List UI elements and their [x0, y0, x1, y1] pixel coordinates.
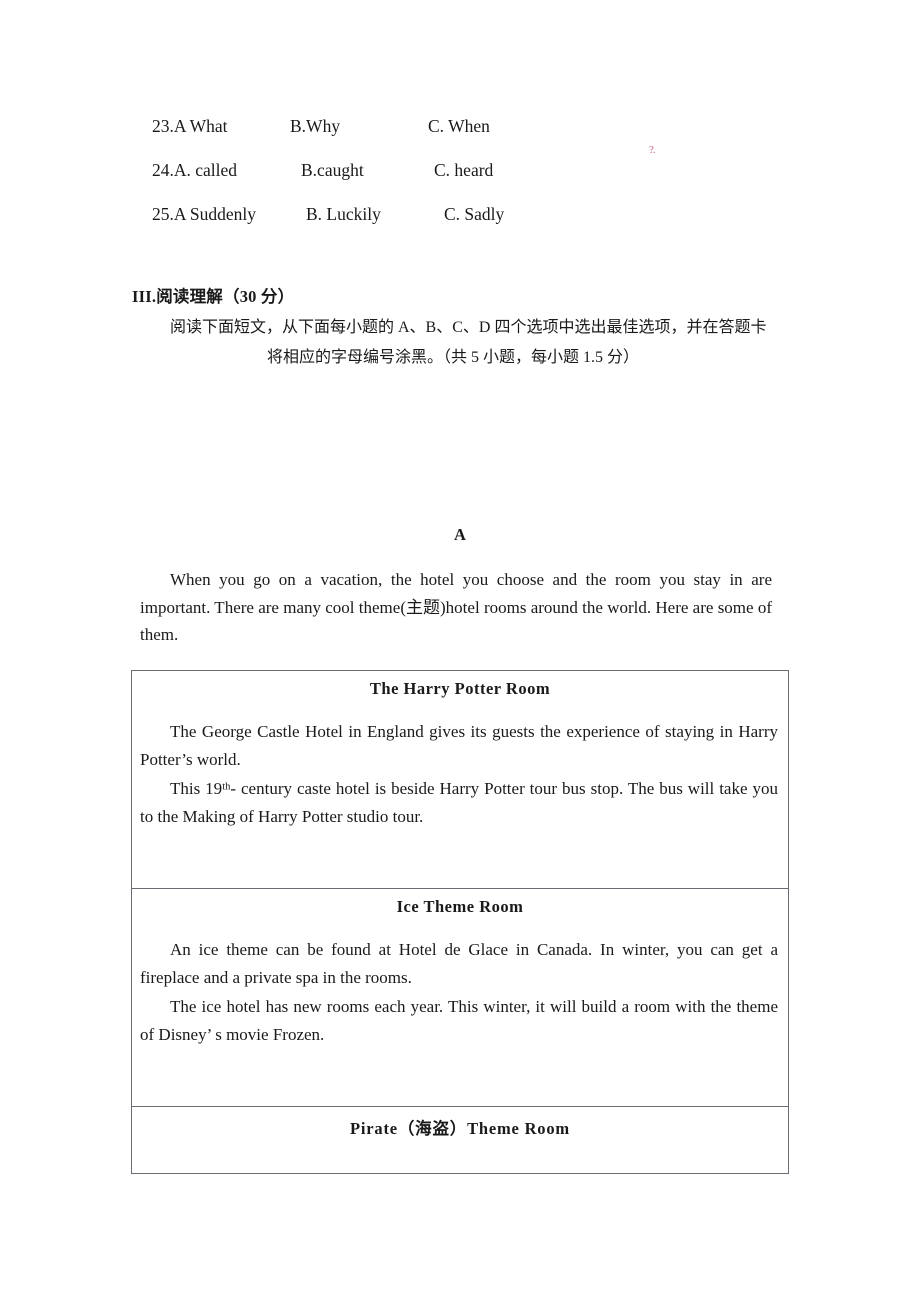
theme-box-body: An ice theme can be found at Hotel de Gl… [132, 919, 788, 1106]
cloze-question-23-stem: 23.A What [152, 116, 228, 136]
theme-paragraph: The ice hotel has new rooms each year. T… [132, 993, 788, 1048]
theme-box-body [132, 1141, 788, 1173]
theme-box-body: The George Castle Hotel in England gives… [132, 701, 788, 888]
cloze-question-23-option-b[interactable]: B.Why [290, 104, 340, 148]
table-row: The Harry Potter Room The George Castle … [131, 670, 789, 889]
theme-paragraph-text: An ice theme can be found at Hotel de Gl… [140, 940, 778, 987]
cloze-question-25-option-c[interactable]: C. Sadly [444, 192, 504, 236]
cloze-option-row: 23.A What B.Why C. When [0, 104, 920, 148]
theme-paragraph: The George Castle Hotel in England gives… [132, 718, 788, 773]
section-instructions: 阅读下面短文，从下面每小题的 A、B、C、D 四个选项中选出最佳选项，并在答题卡… [132, 313, 792, 373]
cloze-option-row: 24.A. called B.caught C. heard [0, 148, 920, 192]
cloze-options-block: 23.A What B.Why C. When 24.A. called B.c… [0, 104, 920, 236]
cloze-question-24-stem: 24.A. called [152, 160, 238, 180]
table-row: Pirate（海盗）Theme Room [131, 1106, 789, 1174]
theme-paragraph-text: The ice hotel has new rooms each year. T… [140, 997, 778, 1044]
passage-intro-paragraph: When you go on a vacation, the hotel you… [140, 566, 772, 649]
section-heading-reading-comprehension: III.阅读理解（30 分） [132, 287, 295, 306]
cloze-option-row: 25.A Suddenly B. Luckily C. Sadly [0, 192, 920, 236]
passage-intro-text: When you go on a vacation, the hotel you… [140, 570, 772, 644]
theme-box-ice: Ice Theme Room An ice theme can be found… [131, 888, 789, 1107]
theme-box-title: Ice Theme Room [396, 897, 524, 916]
table-row: Ice Theme Room An ice theme can be found… [131, 888, 789, 1107]
instruction-line-2: 将相应的字母编号涂黑。（共 5 小题，每小题 1.5 分） [266, 349, 639, 366]
red-annotation-mark: ?. [649, 144, 656, 156]
theme-box-title: Pirate（海盗）Theme Room [350, 1119, 570, 1138]
theme-paragraph-text: The George Castle Hotel in England gives… [140, 722, 778, 769]
instruction-line-1: 阅读下面短文，从下面每小题的 A、B、C、D 四个选项中选出最佳选项，并在答题卡 [170, 319, 767, 336]
theme-box-title: The Harry Potter Room [369, 679, 551, 698]
theme-box-pirate: Pirate（海盗）Theme Room [131, 1106, 789, 1174]
theme-paragraph-prefix: This 19 [170, 779, 223, 798]
cloze-question-24-option-c[interactable]: C. heard [434, 148, 493, 192]
theme-rooms-table: The Harry Potter Room The George Castle … [131, 670, 789, 1174]
cloze-question-25-stem: 25.A Suddenly [152, 204, 257, 224]
theme-paragraph: An ice theme can be found at Hotel de Gl… [132, 936, 788, 991]
exam-page: 23.A What B.Why C. When 24.A. called B.c… [0, 0, 920, 1302]
theme-box-harry-potter: The Harry Potter Room The George Castle … [131, 670, 789, 889]
cloze-question-23-option-c[interactable]: C. When [428, 104, 490, 148]
cloze-question-24-option-b[interactable]: B.caught [301, 148, 364, 192]
passage-label-a: A [454, 525, 466, 544]
theme-paragraph: This 19th- century caste hotel is beside… [132, 775, 788, 830]
theme-paragraph-rest: - century caste hotel is beside Harry Po… [140, 779, 778, 826]
cloze-question-25-option-b[interactable]: B. Luckily [306, 192, 381, 236]
